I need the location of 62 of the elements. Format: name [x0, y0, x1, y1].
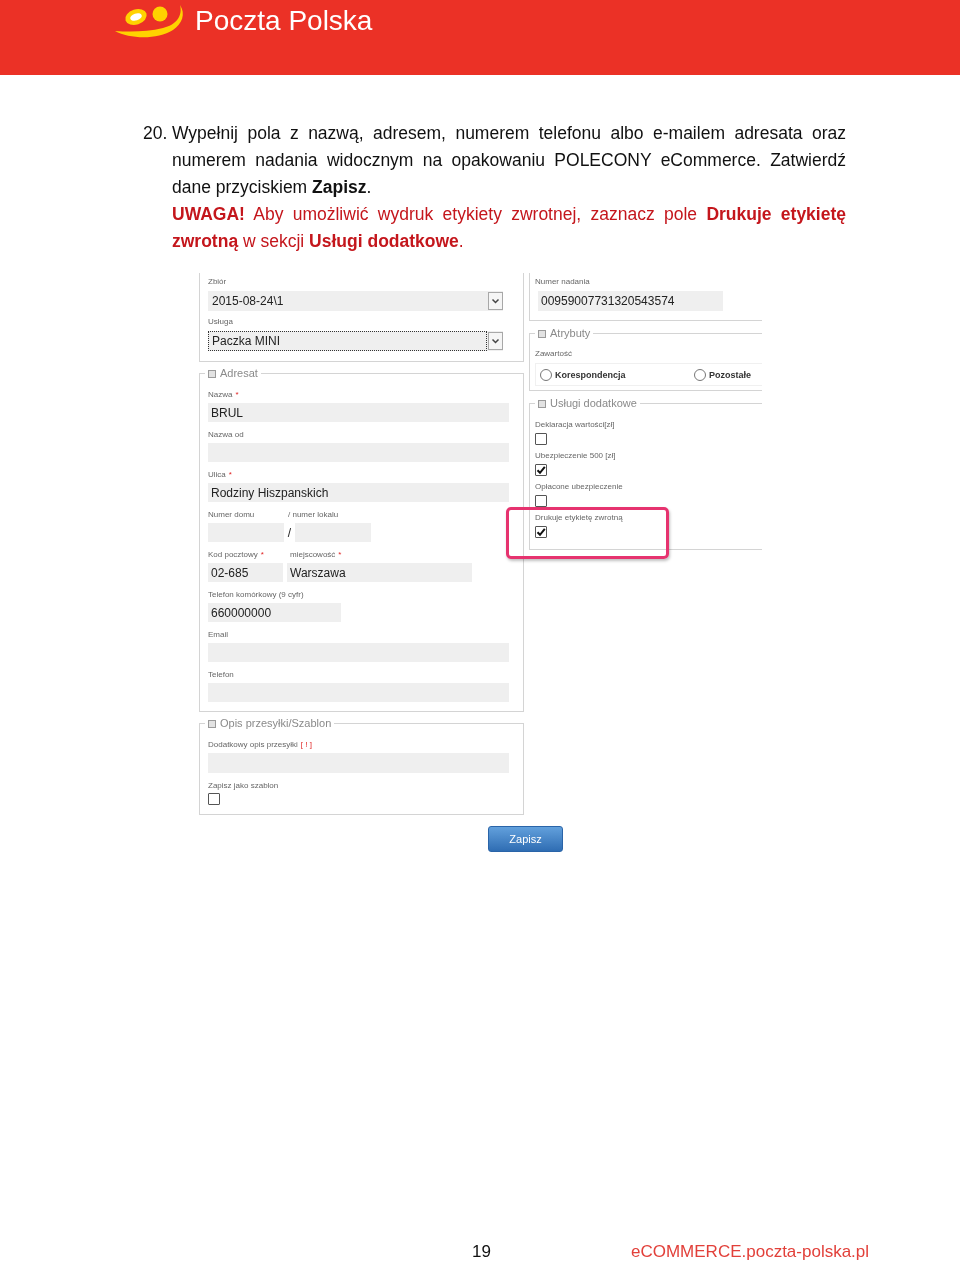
option-label[interactable]: Pozostałe	[709, 369, 751, 380]
save-button[interactable]: Zapisz	[488, 826, 563, 852]
field-label: Usługa	[208, 317, 233, 327]
field-label: Telefon komórkowy (9 cyfr)	[208, 590, 304, 600]
field-label: Nazwa	[208, 390, 233, 400]
checkmark-icon	[536, 527, 546, 537]
section-title: Usługi dodatkowe	[550, 397, 637, 410]
field-label: Telefon	[208, 670, 234, 680]
field-label: Zbiór	[208, 277, 227, 287]
input-field[interactable]: 00959007731320543574	[538, 291, 723, 311]
chevron-down-icon[interactable]	[488, 332, 503, 350]
checkbox[interactable]	[535, 495, 547, 507]
field-label: / numer lokalu	[288, 510, 339, 520]
section-title: Opis przesyłki/Szablon	[220, 717, 332, 730]
square-icon[interactable]	[208, 369, 216, 378]
field-label: Kod pocztowy	[208, 550, 258, 560]
section-title: Atrybuty	[550, 327, 591, 340]
section-title: Adresat	[220, 367, 258, 380]
field-label: Zawartość	[535, 349, 572, 359]
input-field[interactable]: 02-685	[208, 563, 283, 582]
input-field[interactable]: BRUL	[208, 403, 509, 422]
field-label: Dodatkowy opis przesyłki	[208, 740, 298, 750]
square-icon[interactable]	[538, 329, 546, 338]
warning-mark: [ ! ]	[300, 740, 312, 750]
chevron-down-icon[interactable]	[488, 292, 503, 310]
warning-text: UWAGA! Aby umożliwić wydruk etykiety zwrotnej, zaznacz pole Drukuje etykietę zwrotną w sekcji Usługi dodatkowe.	[172, 203, 846, 253]
field-label: Ubezpieczenie 500 [zł]	[535, 451, 616, 461]
checkmark-icon	[536, 465, 546, 475]
square-icon[interactable]	[538, 399, 546, 408]
input-field[interactable]: Rodziny Hiszpanskich	[208, 483, 509, 502]
field-label: miejscowość	[290, 550, 336, 560]
required-mark: *	[235, 390, 239, 400]
field-label: Numer nadania	[535, 277, 590, 287]
checkbox[interactable]	[535, 433, 547, 445]
separator-slash: /	[286, 524, 293, 542]
field-label: Numer domu	[208, 510, 255, 520]
instruction-text: Wypełnij pola z nazwą, adresem, numerem telefonu albo e-mailem adresata oraz numerem nadania widocznym na opakowaniu POLECONY eCommerce. Zatwierdź dane przyciskiem Zapisz.	[172, 122, 846, 199]
select-field[interactable]: 2015-08-24\1	[208, 291, 503, 311]
checkbox[interactable]	[535, 464, 547, 476]
input-field[interactable]: Warszawa	[287, 563, 472, 582]
step-number: 20.	[143, 122, 169, 145]
input-field[interactable]: 660000000	[208, 603, 341, 622]
brand-name: Poczta Polska	[195, 4, 373, 38]
field-label: Nazwa od	[208, 430, 244, 440]
option-label[interactable]: Korespondencja	[555, 369, 626, 380]
radio-button[interactable]	[540, 368, 552, 381]
required-mark: *	[338, 550, 342, 560]
page-number: 19	[472, 1242, 492, 1262]
field-label: Opłacone ubezpieczenie	[535, 482, 623, 492]
select-field[interactable]: Paczka MINI	[208, 331, 503, 351]
footer-url: eCOMMERCE.poczta-polska.pl	[631, 1242, 870, 1262]
square-icon[interactable]	[208, 719, 216, 728]
required-mark: *	[260, 550, 264, 560]
checkbox[interactable]	[208, 793, 220, 805]
checkbox[interactable]	[535, 526, 547, 538]
field-label: Deklaracja wartości[zł]	[535, 420, 615, 430]
required-mark: *	[228, 470, 232, 480]
field-label: Email	[208, 630, 228, 640]
field-label: Ulica	[208, 470, 226, 480]
field-label: Drukuje etykietę zwrotną	[535, 513, 623, 523]
field-label: Zapisz jako szablon	[208, 781, 279, 791]
radio-button[interactable]	[694, 368, 706, 381]
